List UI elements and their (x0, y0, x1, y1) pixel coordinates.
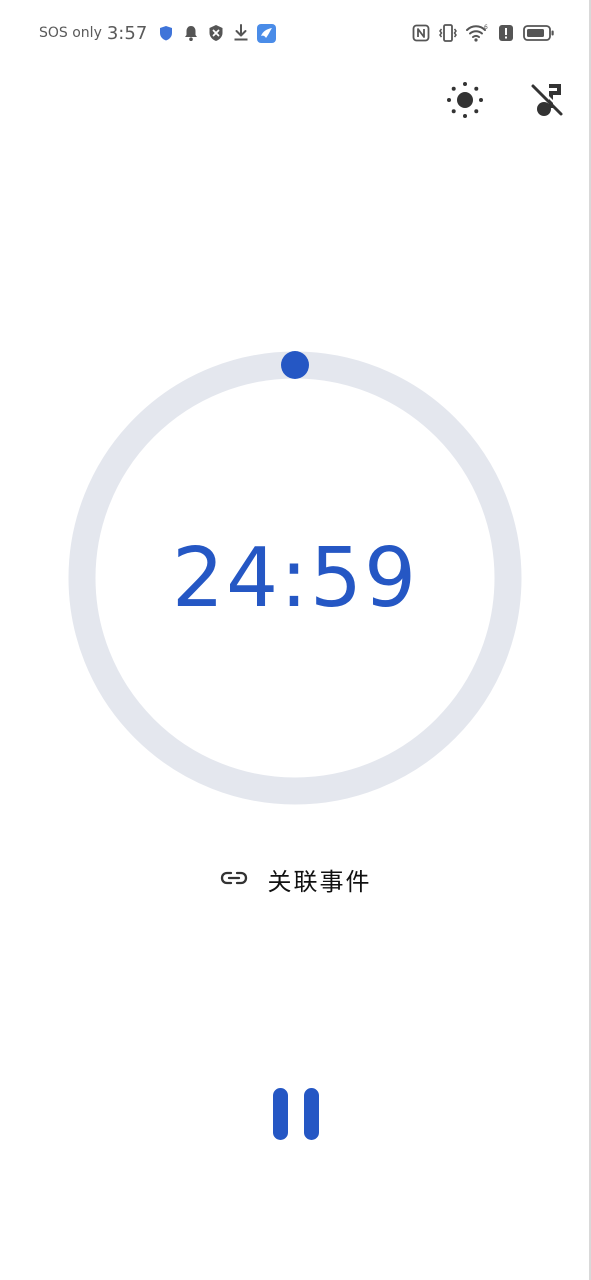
link-icon (220, 870, 248, 890)
pause-icon (270, 1085, 322, 1147)
app-icon (256, 23, 276, 43)
status-bar-left: SOS only 3:57 (39, 20, 276, 46)
download-icon (231, 23, 251, 43)
top-actions (443, 80, 569, 124)
timer-time: 24:59 (171, 530, 419, 626)
bell-icon (181, 23, 201, 43)
blocked-icon (206, 23, 226, 43)
mute-sound-button[interactable] (525, 80, 569, 124)
sun-icon (445, 80, 485, 124)
svg-text:6: 6 (484, 24, 488, 31)
status-bar: SOS only 3:57 6 (0, 0, 591, 66)
status-bar-right: 6 (411, 20, 555, 46)
alert-icon (496, 23, 516, 43)
brightness-button[interactable] (443, 80, 487, 124)
link-event-button[interactable]: 关联事件 (0, 862, 591, 897)
shield-icon (156, 23, 176, 43)
pause-button[interactable] (265, 1082, 327, 1150)
wifi-icon: 6 (465, 23, 489, 43)
vibrate-icon (438, 23, 458, 43)
network-status-text: SOS only (39, 25, 102, 41)
clock-time: 3:57 (106, 22, 148, 44)
timer-dial: 24:59 (68, 351, 522, 805)
battery-icon (523, 23, 555, 43)
music-off-icon (527, 80, 567, 124)
nfc-icon (411, 23, 431, 43)
link-event-label: 关联事件 (267, 868, 372, 896)
